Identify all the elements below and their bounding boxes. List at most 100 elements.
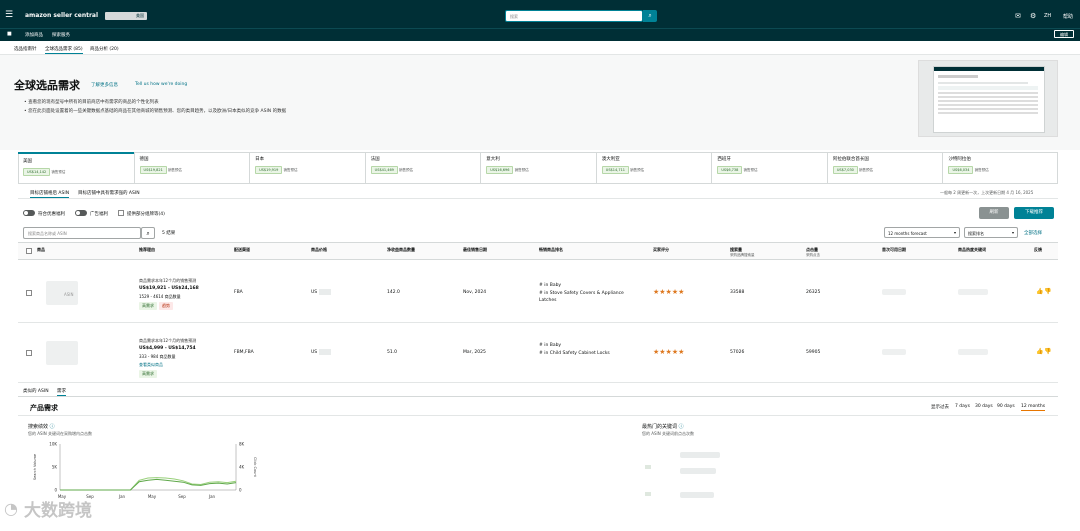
first-date-blur xyxy=(882,349,906,355)
range-90d[interactable]: 90 days xyxy=(997,404,1015,409)
search-icon[interactable]: ⌕ xyxy=(141,227,155,239)
feedback-link[interactable]: Tell us how we're doing xyxy=(135,82,187,87)
market-name: 美国 xyxy=(23,159,32,164)
subtab-demand[interactable]: 目标店铺中具有需求强的 ASIN xyxy=(78,190,140,196)
range-7d[interactable]: 7 days xyxy=(955,404,970,409)
market-tab[interactable]: 西班牙 US$6,738 销售预估 xyxy=(711,152,827,184)
subtab-asin[interactable]: 目标店铺格后 ASIN xyxy=(30,190,70,198)
chevron-down-icon: ▾ xyxy=(953,230,956,235)
row-checkbox[interactable] xyxy=(26,290,32,296)
thumbs-up-icon[interactable]: 👍 xyxy=(1036,288,1043,295)
market-tab[interactable]: 沙特阿拉伯 US$6,034 销售预估 xyxy=(942,152,1058,184)
column-header[interactable]: 推荐理由 xyxy=(139,247,155,253)
column-header[interactable]: 商品热度关键词 xyxy=(958,247,986,253)
channel: FBA xyxy=(234,290,243,295)
help-link[interactable]: 帮助 xyxy=(1063,13,1073,20)
y-tick-label: 0 xyxy=(54,488,57,493)
column-header[interactable]: 畅销商品排名 xyxy=(539,247,563,253)
header-checkbox[interactable] xyxy=(26,248,32,254)
download-button[interactable]: 下载推荐 xyxy=(1014,207,1054,219)
search-subheader: 采购品牌搜索量 xyxy=(730,253,755,257)
keyword-blur-1 xyxy=(680,452,720,458)
column-header[interactable]: 净收益商品数量 xyxy=(387,247,415,253)
language-selector[interactable]: ZH xyxy=(1044,13,1051,19)
thumbs-down-icon[interactable]: 👎 xyxy=(1044,288,1051,295)
series-line xyxy=(60,478,237,491)
learn-more-link[interactable]: 了解更多信息 xyxy=(91,82,118,88)
gear-icon[interactable]: ⚙ xyxy=(1030,12,1036,20)
info-icon[interactable]: ⓘ xyxy=(50,424,55,430)
market-tab[interactable]: 澳大利亚 US$14,711 销售预估 xyxy=(595,152,712,184)
column-header[interactable]: 商品价格 xyxy=(311,247,327,253)
market-tab[interactable]: 德国 US$19,821 销售预估 xyxy=(133,152,250,184)
market-tab[interactable]: 日本 US$19,919 销售预估 xyxy=(249,152,365,184)
bookmark-icon[interactable]: ■ xyxy=(7,31,12,37)
menu-icon[interactable]: ☰ xyxy=(5,10,13,20)
nav-item-explore[interactable]: 探索服务 xyxy=(52,32,70,38)
search-button[interactable]: ⌕ xyxy=(643,10,657,22)
market-value: US$6,034 销售预估 xyxy=(948,166,989,174)
market-value: US$14,142 销售预估 xyxy=(23,168,65,176)
badge-row: 高需求 趋势 xyxy=(139,302,175,310)
lower-tab-demand[interactable]: 需求 xyxy=(57,388,66,396)
rank-select[interactable]: 搜索排名 ▾ xyxy=(964,227,1018,238)
market-tab[interactable]: 意大利 US$16,696 销售预估 xyxy=(480,152,596,184)
edit-nav-button[interactable]: 编辑 xyxy=(1054,30,1074,38)
toggle-deal[interactable] xyxy=(23,210,35,216)
thumbs-up-icon[interactable]: 👍 xyxy=(1036,348,1043,355)
demand-badge: 高需求 xyxy=(139,302,157,310)
market-name: 澳大利亚 xyxy=(601,157,620,162)
row-checkbox[interactable] xyxy=(26,350,32,356)
y-axis-label: Search Volume xyxy=(33,454,37,480)
market-tab[interactable]: 阿拉伯联合酋长国 US$7,030 销售预估 xyxy=(826,152,943,184)
column-header[interactable]: 商品 xyxy=(37,247,45,253)
market-tab[interactable]: 法国 US$41,469 销售预估 xyxy=(364,152,481,184)
right-sub: 您的 ASIN 关键词前点击次数 xyxy=(642,431,694,436)
select-all-link[interactable]: 全部选择 xyxy=(1024,230,1042,236)
price-blur xyxy=(319,289,331,295)
keyword-blur xyxy=(958,289,988,295)
column-header[interactable]: 反馈 xyxy=(1034,247,1042,253)
reason-title: 商品需求本年12个月的销售预测 xyxy=(139,278,197,283)
market-value: US$7,030 销售预估 xyxy=(832,166,873,174)
secondary-nav xyxy=(0,28,1080,41)
asin-search-input[interactable]: 搜索商品名称或 ASIN xyxy=(23,227,141,239)
checkbox-partial[interactable] xyxy=(118,210,124,216)
info-icon[interactable]: ⓘ xyxy=(679,424,684,430)
column-header[interactable]: 配送渠道 xyxy=(234,247,250,253)
table-row: ASIN 商品需求本年12个月的销售预测 US$19,921 - US$24,1… xyxy=(18,263,1058,323)
app-logo[interactable]: amazon seller central xyxy=(25,12,98,19)
refresh-button[interactable]: 刷新 xyxy=(979,207,1009,219)
forecast-select[interactable]: 12 months forecast ▾ xyxy=(884,227,960,238)
reason-units: 333 - 984 商品数量 xyxy=(139,354,176,359)
lower-tab-similar[interactable]: 类似的 ASIN xyxy=(23,388,49,394)
search-input[interactable]: 搜索 xyxy=(505,10,643,22)
demand-badge: 趋势 xyxy=(159,302,173,310)
tab-global-demand[interactable]: 全球选品需求 (85) xyxy=(45,46,83,54)
market-value: US$14,711 销售预估 xyxy=(601,166,644,174)
asin-label: ASIN xyxy=(64,292,74,297)
price: US xyxy=(311,350,318,355)
nav-item-add-product[interactable]: 添加商品 xyxy=(25,32,43,38)
range-12m[interactable]: 12 months xyxy=(1021,404,1046,411)
toggle-ad[interactable] xyxy=(75,210,87,216)
thumbs-down-icon[interactable]: 👎 xyxy=(1044,348,1051,355)
market-name: 阿拉伯联合酋长国 xyxy=(832,157,869,162)
market-name: 沙特阿拉伯 xyxy=(948,157,971,162)
tab-compass[interactable]: 选品指南针 xyxy=(14,46,37,52)
market-tab[interactable]: 美国 US$14,142 销售预估 xyxy=(18,152,134,184)
right-title: 最热门的关键词 ⓘ xyxy=(642,424,684,430)
store-selector[interactable]: 美国 xyxy=(105,12,147,20)
column-header[interactable]: 买家评分 xyxy=(653,247,669,253)
filter-ad-label: 广告福利 xyxy=(90,212,108,217)
market-name: 德国 xyxy=(139,157,149,162)
column-header[interactable]: 首次可用日期 xyxy=(882,247,906,253)
badge-row: 高需求 xyxy=(139,370,159,378)
similar-link[interactable]: 查看类似商品 xyxy=(139,362,163,368)
tab-product-analysis[interactable]: 商品分析 (20) xyxy=(90,46,119,52)
x-tick-label: Jan xyxy=(208,494,216,499)
range-30d[interactable]: 30 days xyxy=(975,404,993,409)
mail-icon[interactable]: ✉ xyxy=(1015,12,1021,20)
column-header[interactable]: 最佳销售日期 xyxy=(463,247,487,253)
market-name: 意大利 xyxy=(486,157,500,162)
